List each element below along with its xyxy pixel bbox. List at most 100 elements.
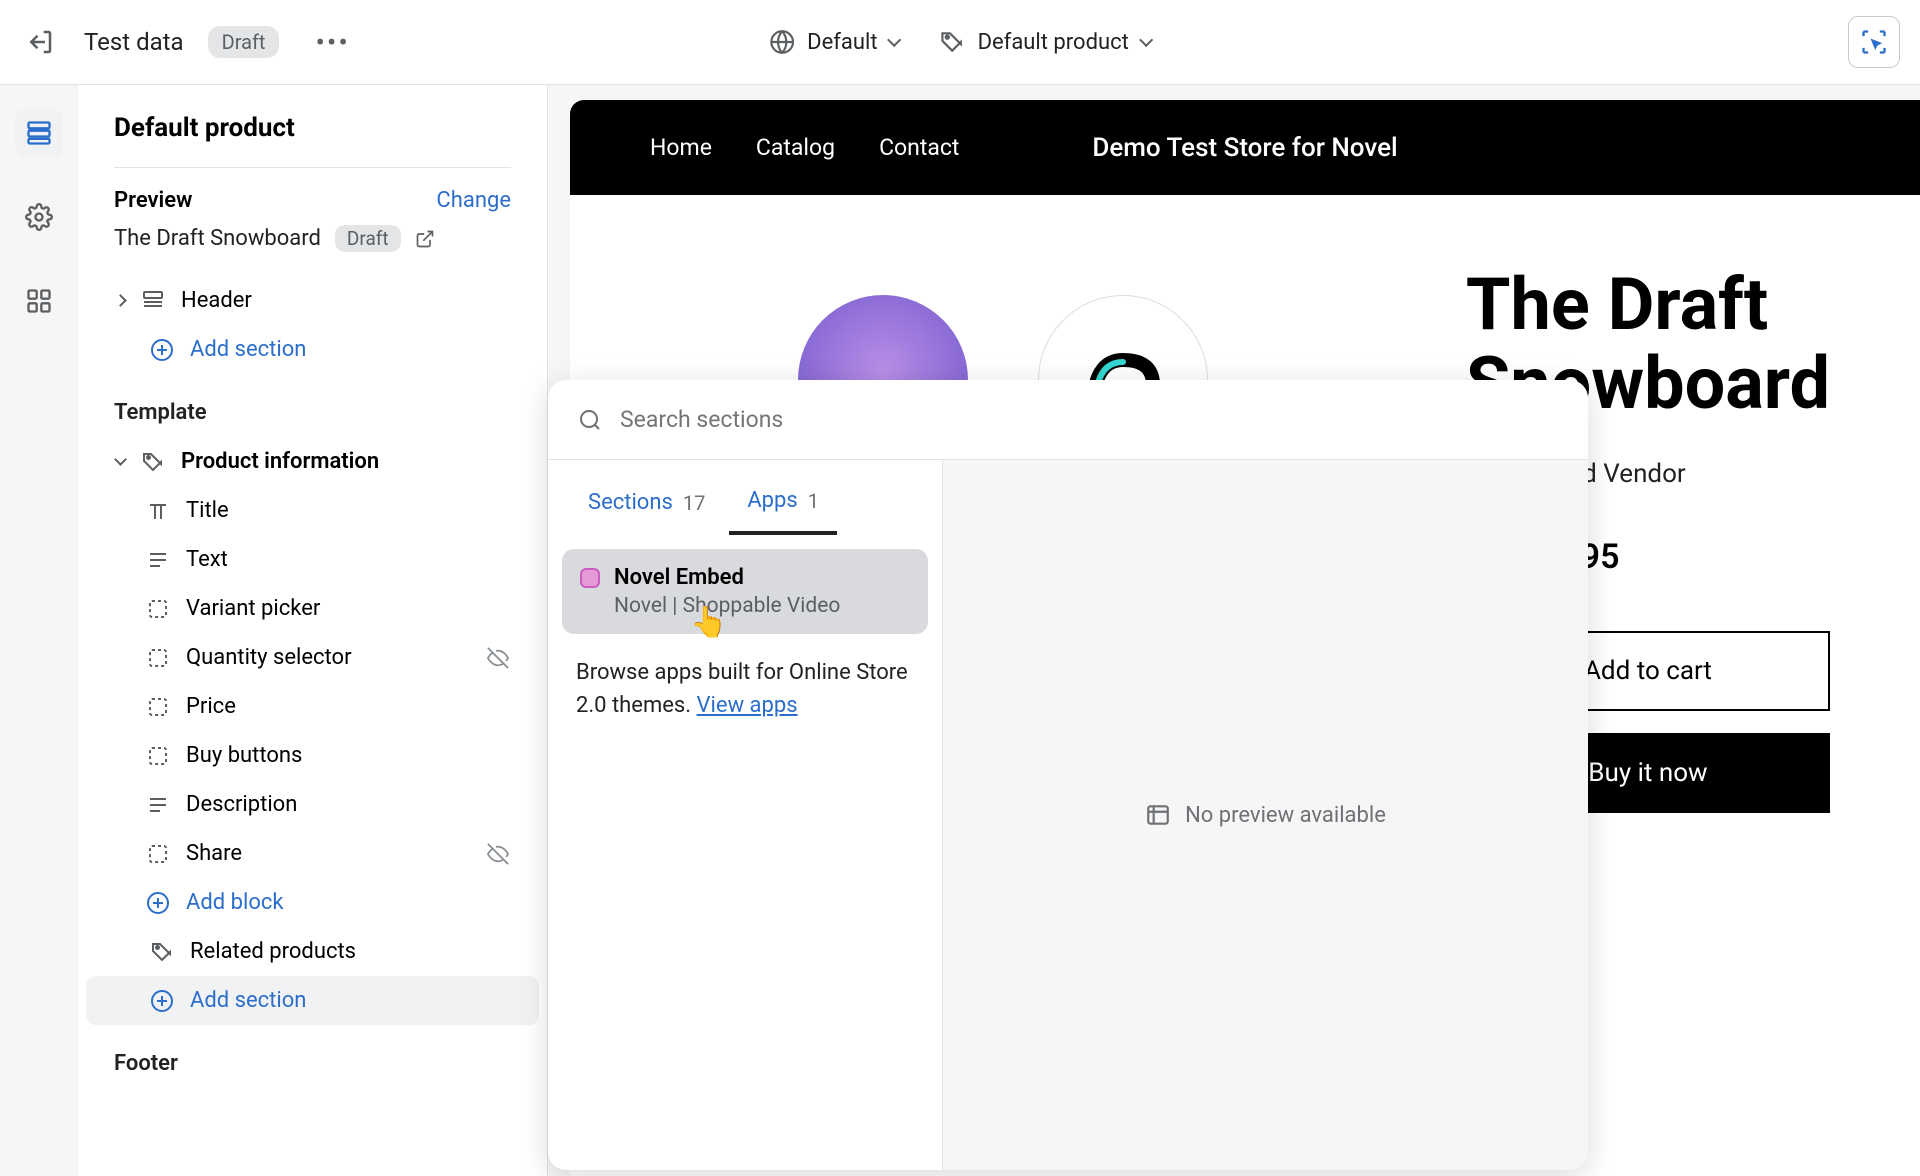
test-data-label: Test data: [84, 28, 184, 56]
header-section-row[interactable]: Header: [86, 276, 539, 325]
popover-body: Sections 17 Apps 1 Novel Embed Novel | S…: [548, 459, 1588, 1170]
inspector-button[interactable]: [1848, 16, 1900, 68]
block-text[interactable]: Text: [86, 535, 539, 584]
no-preview-label: No preview available: [1185, 803, 1386, 828]
buy-icon: [146, 744, 170, 768]
rail-settings-icon[interactable]: [15, 193, 63, 241]
block-text-label: Text: [186, 547, 228, 572]
change-link[interactable]: Change: [436, 188, 511, 213]
block-variant[interactable]: Variant picker: [86, 584, 539, 633]
chevron-down-icon: [1139, 33, 1153, 47]
product-info-row[interactable]: Product information: [86, 437, 539, 486]
share-icon: [146, 842, 170, 866]
tab-apps[interactable]: Apps 1: [729, 478, 837, 535]
search-icon: [578, 408, 602, 432]
product-selector[interactable]: Default product: [940, 29, 1151, 55]
more-menu-button[interactable]: •••: [303, 26, 361, 59]
chevron-right-icon: [114, 294, 127, 307]
sections-icon: [25, 119, 53, 147]
related-products-label: Related products: [190, 939, 356, 964]
add-section-template[interactable]: Add section: [86, 976, 539, 1025]
search-row: [548, 380, 1588, 459]
block-buy[interactable]: Buy buttons: [86, 731, 539, 780]
add-to-cart-label: Add to cart: [1584, 656, 1712, 686]
preview-product: The Draft Snowboard Draft: [78, 219, 547, 276]
tag-icon: [940, 29, 966, 55]
store-name: Demo Test Store for Novel: [1092, 133, 1397, 163]
no-preview-icon: [1145, 802, 1171, 828]
icon-rail: [0, 85, 78, 1176]
plus-circle-icon: [150, 989, 174, 1013]
topbar-center: Default Default product: [769, 29, 1151, 55]
block-quantity-label: Quantity selector: [186, 645, 352, 670]
price-icon: [146, 695, 170, 719]
preview-product-status: Draft: [335, 225, 401, 252]
top-bar: Test data Draft ••• Default Default prod…: [0, 0, 1920, 85]
tab-apps-count: 1: [808, 489, 819, 513]
description-icon: [146, 793, 170, 817]
popover-left: Sections 17 Apps 1 Novel Embed Novel | S…: [548, 460, 943, 1170]
app-item-novel-embed[interactable]: Novel Embed Novel | Shoppable Video: [562, 549, 928, 634]
external-link-icon[interactable]: [415, 229, 435, 249]
rail-sections-icon[interactable]: [15, 109, 63, 157]
preview-row: Preview Change: [78, 168, 547, 219]
hidden-icon: [487, 647, 509, 669]
hidden-icon: [487, 843, 509, 865]
header-icon: [141, 289, 165, 313]
exit-icon: [25, 27, 55, 57]
block-variant-label: Variant picker: [186, 596, 320, 621]
nav-contact[interactable]: Contact: [879, 134, 959, 161]
add-section-label: Add section: [190, 337, 306, 362]
block-share[interactable]: Share: [86, 829, 539, 878]
store-header: Home Catalog Contact Demo Test Store for…: [570, 100, 1920, 195]
block-buy-label: Buy buttons: [186, 743, 302, 768]
sidebar: Default product Preview Change The Draft…: [78, 85, 548, 1176]
add-section-header[interactable]: Add section: [86, 325, 539, 374]
quantity-icon: [146, 646, 170, 670]
product-info-label: Product information: [181, 449, 379, 474]
preview-product-name: The Draft Snowboard: [114, 226, 321, 251]
variant-icon: [146, 597, 170, 621]
template-label: Template: [78, 374, 547, 437]
block-price-label: Price: [186, 694, 236, 719]
apps-icon: [25, 287, 53, 315]
text-icon: [146, 548, 170, 572]
template-selector[interactable]: Default: [769, 29, 899, 55]
product-selector-label: Default product: [978, 30, 1129, 55]
app-badge-icon: [580, 568, 600, 588]
block-title[interactable]: Title: [86, 486, 539, 535]
add-block-label: Add block: [186, 890, 284, 915]
nav-home[interactable]: Home: [650, 134, 712, 161]
app-item-title: Novel Embed: [580, 565, 910, 590]
tab-apps-label: Apps: [747, 488, 797, 513]
chevron-down-icon: [888, 33, 902, 47]
preview-label: Preview: [114, 188, 192, 213]
sidebar-title: Default product: [78, 113, 547, 167]
search-input[interactable]: [620, 406, 1558, 433]
add-section-template-label: Add section: [190, 988, 306, 1013]
related-products-row[interactable]: Related products: [86, 927, 539, 976]
block-description-label: Description: [186, 792, 297, 817]
plus-circle-icon: [150, 338, 174, 362]
block-quantity[interactable]: Quantity selector: [86, 633, 539, 682]
view-apps-link[interactable]: View apps: [697, 693, 798, 718]
back-button[interactable]: [20, 22, 60, 62]
header-section-label: Header: [181, 288, 252, 313]
buy-now-label: Buy it now: [1588, 758, 1707, 788]
tab-sections-count: 17: [683, 491, 705, 515]
block-price[interactable]: Price: [86, 682, 539, 731]
tab-sections[interactable]: Sections 17: [570, 478, 723, 535]
draft-badge: Draft: [208, 26, 280, 58]
rail-apps-icon[interactable]: [15, 277, 63, 325]
template-selector-label: Default: [807, 30, 877, 55]
app-item-sub: Novel | Shoppable Video: [614, 594, 910, 618]
add-section-popover: Sections 17 Apps 1 Novel Embed Novel | S…: [548, 380, 1588, 1170]
tag-icon: [150, 940, 174, 964]
title-icon: [146, 499, 170, 523]
gear-icon: [25, 203, 53, 231]
block-title-label: Title: [186, 498, 229, 523]
add-block[interactable]: Add block: [86, 878, 539, 927]
app-item-name: Novel Embed: [614, 565, 744, 590]
nav-catalog[interactable]: Catalog: [756, 134, 835, 161]
block-description[interactable]: Description: [86, 780, 539, 829]
